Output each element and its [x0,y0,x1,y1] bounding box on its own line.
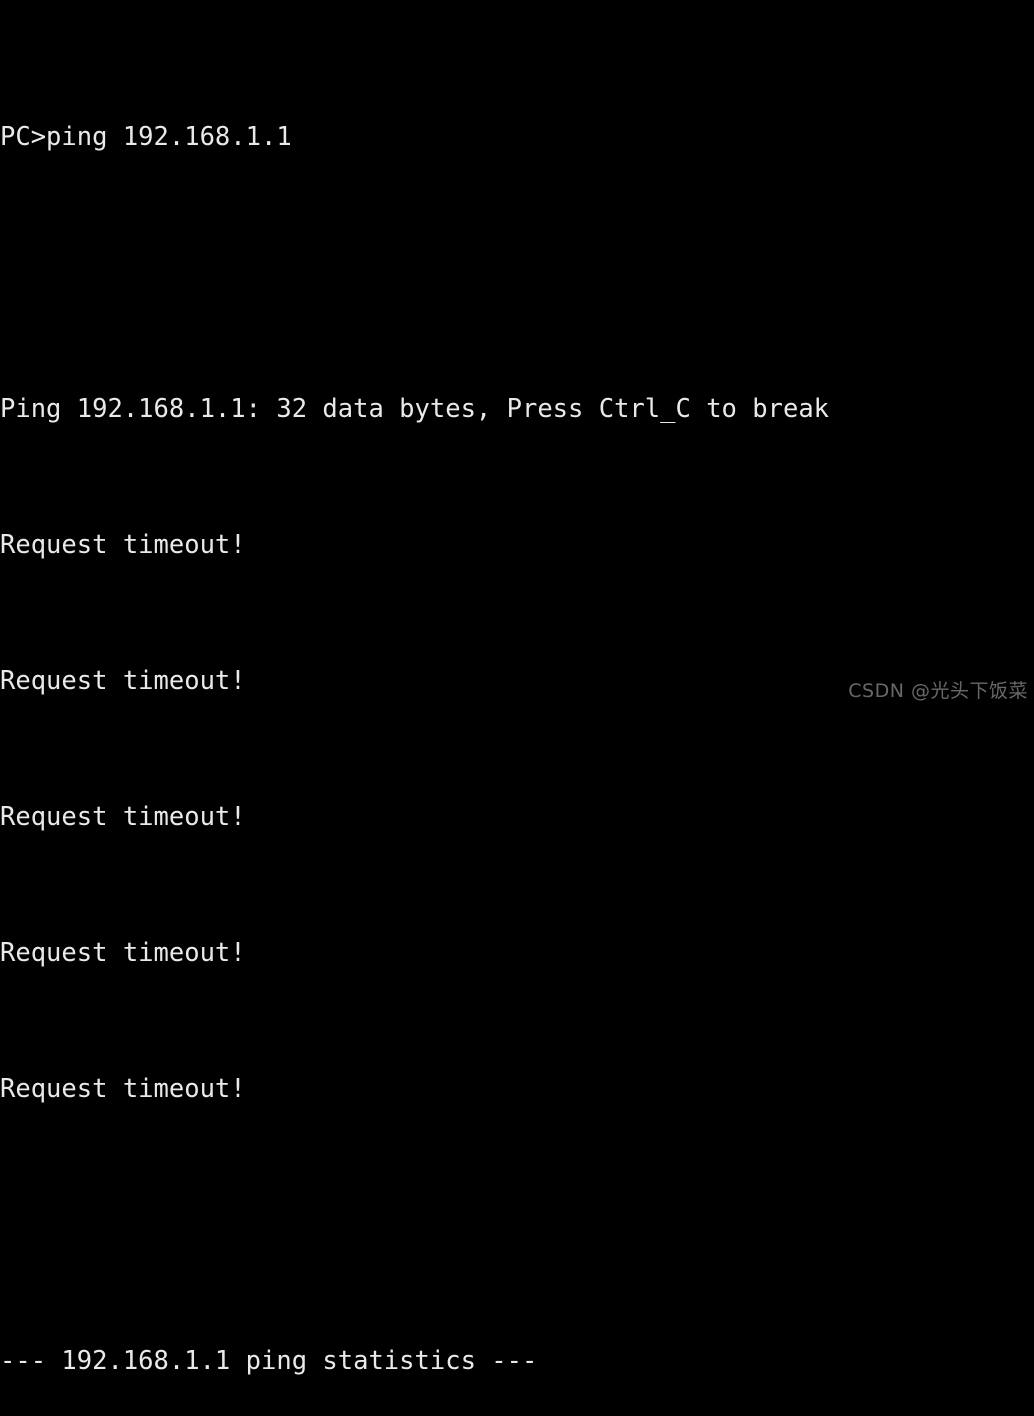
request-timeout-line: Request timeout! [0,666,246,696]
terminal-window[interactable]: PC>ping 192.168.1.1 Ping 192.168.1.1: 32… [0,0,1034,1376]
request-timeout-line: Request timeout! [0,938,246,968]
request-timeout-line: Request timeout! [0,802,246,832]
console-output: PC>ping 192.168.1.1 Ping 192.168.1.1: 32… [0,0,1034,1416]
ping-statistics-header: --- 192.168.1.1 ping statistics --- [0,1346,538,1376]
ping-header-first: Ping 192.168.1.1: 32 data bytes, Press C… [0,394,830,424]
request-timeout-line: Request timeout! [0,1074,246,1104]
request-timeout-line: Request timeout! [0,530,246,560]
command-line-first: PC>ping 192.168.1.1 [0,122,292,152]
